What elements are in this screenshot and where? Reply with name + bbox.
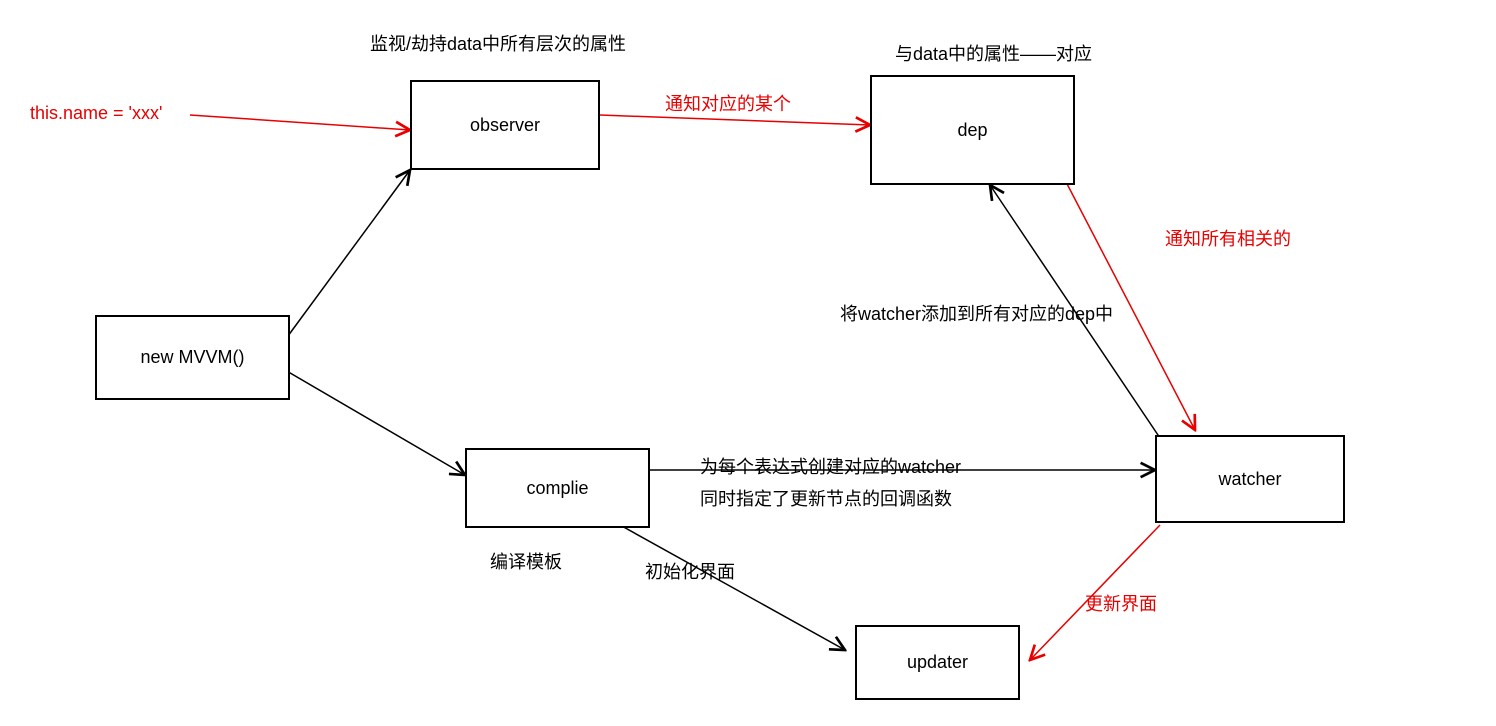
label-init-ui: 初始化界面 — [645, 558, 735, 584]
arrow-compile-updater — [620, 525, 845, 650]
arrow-mvvm-compile — [285, 370, 465, 475]
node-dep-label: dep — [957, 120, 987, 141]
label-compile-sub: 编译模板 — [490, 548, 562, 574]
arrow-mvvm-observer — [285, 170, 410, 340]
node-mvvm-label: new MVVM() — [140, 347, 244, 368]
label-observer-top: 监视/劫持data中所有层次的属性 — [370, 30, 626, 56]
label-notify-related: 通知所有相关的 — [1165, 225, 1291, 251]
label-compile-watcher-1: 为每个表达式创建对应的watcher — [700, 453, 961, 479]
node-updater: updater — [855, 625, 1020, 700]
label-update-ui: 更新界面 — [1085, 590, 1157, 616]
node-compile: complie — [465, 448, 650, 528]
node-watcher-label: watcher — [1218, 469, 1281, 490]
node-observer-label: observer — [470, 115, 540, 136]
node-mvvm: new MVVM() — [95, 315, 290, 400]
node-updater-label: updater — [907, 652, 968, 673]
node-observer: observer — [410, 80, 600, 170]
node-dep: dep — [870, 75, 1075, 185]
label-compile-watcher-2: 同时指定了更新节点的回调函数 — [700, 485, 952, 511]
node-compile-label: complie — [526, 478, 588, 499]
label-watcher-add: 将watcher添加到所有对应的dep中 — [840, 300, 1113, 326]
node-watcher: watcher — [1155, 435, 1345, 523]
arrow-thisname-observer — [190, 115, 410, 130]
label-notify-some: 通知对应的某个 — [665, 90, 791, 116]
label-dep-top: 与data中的属性——对应 — [895, 40, 1092, 66]
label-thisname: this.name = 'xxx' — [30, 103, 162, 124]
arrow-observer-dep — [600, 115, 870, 125]
